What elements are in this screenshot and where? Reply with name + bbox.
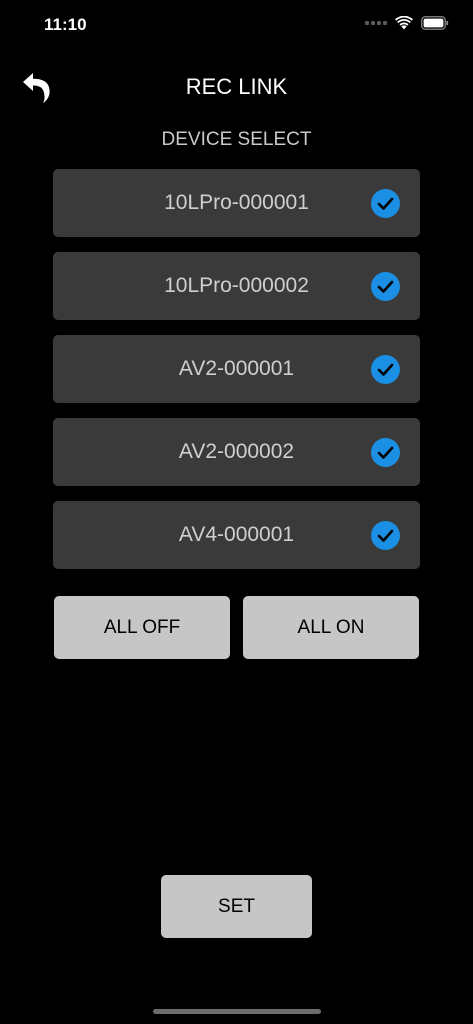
battery-icon: [421, 16, 449, 30]
device-row[interactable]: 10LPro-000001: [53, 169, 420, 237]
checkmark-circle-icon[interactable]: [371, 521, 400, 550]
section-title: DEVICE SELECT: [161, 129, 312, 150]
device-row[interactable]: AV2-000001: [53, 335, 420, 403]
home-indicator[interactable]: [153, 1009, 321, 1014]
checkmark-circle-icon[interactable]: [371, 355, 400, 384]
status-icons: [365, 16, 449, 30]
device-list: 10LPro-000001 10LPro-000002 AV2-000001 A…: [53, 169, 420, 584]
device-row[interactable]: AV2-000002: [53, 418, 420, 486]
device-name: AV2-000001: [178, 357, 295, 380]
device-name: AV2-000002: [178, 440, 295, 463]
checkmark-circle-icon[interactable]: [371, 189, 400, 218]
checkmark-circle-icon[interactable]: [371, 438, 400, 467]
cellular-signal-icon: [365, 21, 387, 25]
device-row[interactable]: 10LPro-000002: [53, 252, 420, 320]
checkmark-circle-icon[interactable]: [371, 272, 400, 301]
page-title: REC LINK: [185, 74, 288, 99]
device-name: 10LPro-000002: [164, 274, 309, 297]
status-bar: 11:10: [0, 0, 473, 50]
device-name: AV4-000001: [178, 523, 295, 546]
device-name: 10LPro-000001: [164, 191, 309, 214]
status-time: 11:10: [44, 15, 87, 34]
all-on-button[interactable]: ALL ON: [243, 596, 419, 659]
device-row[interactable]: AV4-000001: [53, 501, 420, 569]
all-off-button[interactable]: ALL OFF: [54, 596, 230, 659]
wifi-icon: [395, 16, 413, 30]
set-button[interactable]: SET: [161, 875, 312, 938]
